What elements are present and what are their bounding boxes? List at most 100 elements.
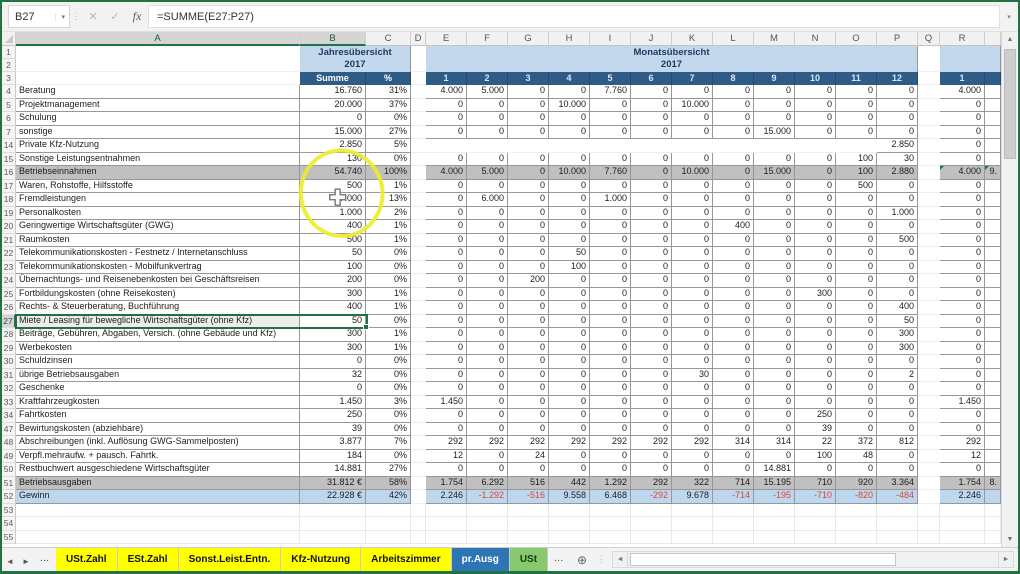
row-header-23[interactable]: 23 [2,261,16,275]
cell-R50[interactable]: 0 [940,463,985,477]
cell-C18[interactable]: 13% [366,193,411,207]
cell-F20[interactable]: 0 [467,220,508,234]
cell-L16[interactable]: 0 [713,166,754,180]
cell-O51[interactable]: 920 [836,477,877,491]
row-header-49[interactable]: 49 [2,450,16,464]
cell-N16[interactable]: 0 [795,166,836,180]
column-header-G[interactable]: G [508,32,549,46]
column-header-L[interactable]: L [713,32,754,46]
cell-O49[interactable]: 48 [836,450,877,464]
cell-H22[interactable]: 50 [549,247,590,261]
cell-L26[interactable]: 0 [713,301,754,315]
cell-S24[interactable] [985,274,1001,288]
cell-P32[interactable]: 0 [877,382,918,396]
cell-E22[interactable]: 0 [426,247,467,261]
cell-B29[interactable]: 300 [300,342,366,356]
cell-M49[interactable]: 0 [754,450,795,464]
cell-I31[interactable]: 0 [590,369,631,383]
cell-K53[interactable] [672,504,713,518]
cell-L55[interactable] [713,531,754,545]
cell-K31[interactable]: 30 [672,369,713,383]
cell-P30[interactable]: 0 [877,355,918,369]
cell-R49[interactable]: 12 [940,450,985,464]
cell-B17[interactable]: 500 [300,180,366,194]
cell-F23[interactable]: 0 [467,261,508,275]
cell-O50[interactable]: 0 [836,463,877,477]
cell-I47[interactable]: 0 [590,423,631,437]
cell-O6[interactable]: 0 [836,112,877,126]
cell-S19[interactable] [985,207,1001,221]
cell-G50[interactable]: 0 [508,463,549,477]
cell-G55[interactable] [508,531,549,545]
cell-A31[interactable]: übrige Betriebsausgaben [16,369,300,383]
cell-H30[interactable]: 0 [549,355,590,369]
cell-H32[interactable]: 0 [549,382,590,396]
cell-C32[interactable]: 0% [366,382,411,396]
cell-O47[interactable]: 0 [836,423,877,437]
cell-R25[interactable]: 0 [940,288,985,302]
cell-C49[interactable]: 0% [366,450,411,464]
cell-G28[interactable]: 0 [508,328,549,342]
cell-M7[interactable]: 15.000 [754,126,795,140]
cell-J6[interactable]: 0 [631,112,672,126]
cell-B47[interactable]: 39 [300,423,366,437]
cell-J53[interactable] [631,504,672,518]
row-header-3[interactable]: 3 [2,72,16,85]
cell-A23[interactable]: Telekommunikationskosten - Mobilfunkvert… [16,261,300,275]
cell-C22[interactable]: 0% [366,247,411,261]
cell-I34[interactable]: 0 [590,409,631,423]
cell-F15[interactable]: 0 [467,153,508,167]
cell-P25[interactable]: 0 [877,288,918,302]
cell-N18[interactable]: 0 [795,193,836,207]
cell-K32[interactable]: 0 [672,382,713,396]
cell-F21[interactable]: 0 [467,234,508,248]
cell-N28[interactable]: 0 [795,328,836,342]
enter-icon[interactable]: ✓ [104,2,126,31]
cell-M6[interactable]: 0 [754,112,795,126]
cell-M17[interactable]: 0 [754,180,795,194]
cell-G31[interactable]: 0 [508,369,549,383]
cell-G49[interactable]: 24 [508,450,549,464]
cell-G47[interactable]: 0 [508,423,549,437]
formula-bar-expand-icon[interactable]: ▾ [1000,2,1018,31]
cell-A30[interactable]: Schuldzinsen [16,355,300,369]
cell-N47[interactable]: 39 [795,423,836,437]
cell-P23[interactable]: 0 [877,261,918,275]
cell-M29[interactable]: 0 [754,342,795,356]
cell-M23[interactable]: 0 [754,261,795,275]
cell-M55[interactable] [754,531,795,545]
hidden-sheets-right-icon[interactable]: … [548,548,570,574]
cell-S52[interactable] [985,490,1001,504]
cell-M26[interactable]: 0 [754,301,795,315]
cell-E4[interactable]: 4.000 [426,85,467,99]
cell-J4[interactable]: 0 [631,85,672,99]
cell-J49[interactable]: 0 [631,450,672,464]
cell-S51[interactable]: 8. [985,477,1001,491]
cell-J30[interactable]: 0 [631,355,672,369]
cell-G33[interactable]: 0 [508,396,549,410]
cell-O26[interactable]: 0 [836,301,877,315]
cell-N19[interactable]: 0 [795,207,836,221]
cell-S5[interactable] [985,99,1001,113]
cell-S4[interactable] [985,85,1001,99]
cell-A49[interactable]: Verpfl.mehraufw. + pausch. Fahrtk. [16,450,300,464]
cell-F34[interactable]: 0 [467,409,508,423]
cell-L21[interactable]: 0 [713,234,754,248]
cell-R48[interactable]: 292 [940,436,985,450]
cell-A22[interactable]: Telekommunikationskosten - Festnetz / In… [16,247,300,261]
cell-N17[interactable]: 0 [795,180,836,194]
sheet-tab-pr-ausg[interactable]: pr.Ausg [452,548,510,574]
cell-L28[interactable]: 0 [713,328,754,342]
cell-P15[interactable]: 30 [877,153,918,167]
cell-I20[interactable]: 0 [590,220,631,234]
cell-O19[interactable]: 0 [836,207,877,221]
cell-R4[interactable]: 4.000 [940,85,985,99]
cell-H52[interactable]: 9.558 [549,490,590,504]
cell-O55[interactable] [836,531,877,545]
cell-K6[interactable]: 0 [672,112,713,126]
cell-I26[interactable]: 0 [590,301,631,315]
cell-L53[interactable] [713,504,754,518]
cell-E24[interactable]: 0 [426,274,467,288]
cell-C16[interactable]: 100% [366,166,411,180]
column-header-S[interactable] [985,32,1001,46]
